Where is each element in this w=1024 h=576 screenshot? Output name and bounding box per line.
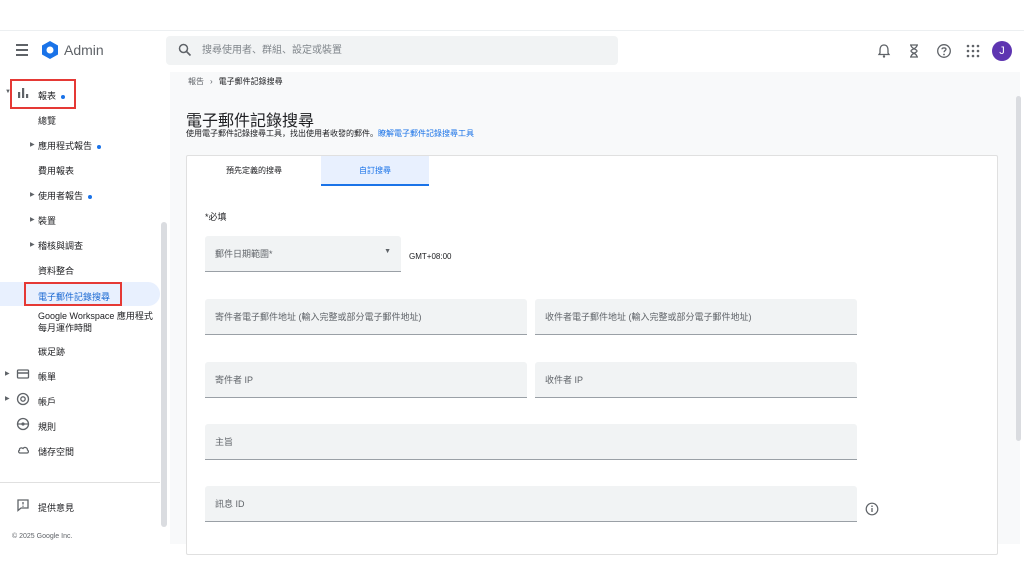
timezone-label: GMT+08:00 xyxy=(409,252,452,261)
main-content: 報告 › 電子郵件記錄搜尋 電子郵件記錄搜尋 使用電子郵件記錄搜尋工具，找出使用者收… xyxy=(170,72,1020,555)
expand-arrow-icon[interactable]: ▶ xyxy=(30,141,35,148)
hourglass-icon[interactable] xyxy=(906,43,922,59)
message-id-field[interactable]: 訊息 ID xyxy=(205,486,857,522)
sidebar-item-label: 使用者報告 xyxy=(38,191,84,201)
app-name[interactable]: Admin xyxy=(64,42,104,58)
subject-label: 主旨 xyxy=(215,437,234,447)
learn-more-link[interactable]: 瞭解電子郵件記錄搜尋工具 xyxy=(378,129,474,138)
breadcrumb: 報告 › 電子郵件記錄搜尋 xyxy=(188,76,283,87)
highlight-box-email-log-search xyxy=(24,282,122,306)
sender-email-field[interactable]: 寄件者電子郵件地址 (輸入完整或部分電子郵件地址) xyxy=(205,299,527,335)
sidebar-item-feedback[interactable]: 提供意見 xyxy=(38,501,74,514)
main-scrollbar[interactable] xyxy=(1016,96,1021,441)
menu-icon[interactable] xyxy=(12,41,32,61)
date-range-select[interactable]: 郵件日期範圍* ▼ xyxy=(205,236,401,272)
tab-predefined-search[interactable]: 預先定義的搜尋 xyxy=(187,156,321,186)
page: Admin J xyxy=(0,0,1024,576)
sidebar-item-data-integration[interactable]: 資料整合 xyxy=(38,264,74,277)
expand-arrow-icon[interactable]: ▶ xyxy=(30,191,35,198)
search-bar[interactable] xyxy=(166,36,618,65)
steering-wheel-icon xyxy=(16,417,30,431)
new-dot-icon xyxy=(97,144,102,149)
highlight-box-reports xyxy=(10,79,76,109)
cloud-icon xyxy=(18,446,29,454)
sender-ip-label: 寄件者 IP xyxy=(215,375,254,385)
info-icon[interactable] xyxy=(865,502,879,516)
dropdown-arrow-icon: ▼ xyxy=(384,248,391,255)
sidebar-item-user-reports[interactable]: ▶ 使用者報告 xyxy=(30,189,93,202)
breadcrumb-separator: › xyxy=(210,77,213,86)
sidebar-item-app-reports[interactable]: ▶ 應用程式報告 xyxy=(30,139,102,152)
sidebar-item-label: 裝置 xyxy=(38,216,57,226)
sidebar-item-devices[interactable]: ▶ 裝置 xyxy=(30,214,57,227)
sidebar-scrollbar[interactable] xyxy=(161,222,167,527)
sender-ip-field[interactable]: 寄件者 IP xyxy=(205,362,527,398)
subject-field[interactable]: 主旨 xyxy=(205,424,857,460)
expand-arrow-icon[interactable]: ▶ xyxy=(5,370,10,377)
apps-grid-icon[interactable] xyxy=(965,43,981,59)
date-range-label: 郵件日期範圍* xyxy=(215,249,273,259)
sidebar-item-footprint[interactable]: 碳足跡 xyxy=(38,345,65,358)
search-card: 預先定義的搜尋 自訂搜尋 *必填 郵件日期範圍* ▼ GMT+08:00 寄件者… xyxy=(186,155,998,555)
sidebar-item-rules[interactable]: 規則 xyxy=(38,420,56,433)
sender-email-label: 寄件者電子郵件地址 (輸入完整或部分電子郵件地址) xyxy=(215,312,422,322)
sidebar: ▼ 報表 總覽 ▶ 應用程式報告 費用報表 ▶ 使用者報告 ▶ 裝置 ▶ 稽核與調查 資… xyxy=(0,72,162,544)
required-note: *必填 xyxy=(205,212,227,222)
at-icon xyxy=(16,392,30,406)
help-icon[interactable] xyxy=(936,43,952,59)
sidebar-item-overview[interactable]: 總覽 xyxy=(38,114,56,127)
recipient-ip-label: 收件者 IP xyxy=(545,375,584,385)
sidebar-item-billing[interactable]: 帳單 xyxy=(38,370,56,383)
recipient-email-label: 收件者電子郵件地址 (輸入完整或部分電子郵件地址) xyxy=(545,312,752,322)
bell-icon[interactable] xyxy=(876,43,892,59)
recipient-ip-field[interactable]: 收件者 IP xyxy=(535,362,857,398)
top-bar: Admin J xyxy=(0,30,1024,72)
admin-logo-icon[interactable] xyxy=(40,40,60,60)
subtitle-text: 使用電子郵件記錄搜尋工具，找出使用者收發的郵件。 xyxy=(186,129,378,138)
recipient-email-field[interactable]: 收件者電子郵件地址 (輸入完整或部分電子郵件地址) xyxy=(535,299,857,335)
sidebar-item-workspace-uptime[interactable]: Google Workspace 應用程式 每月運作時間 xyxy=(38,310,153,334)
page-subtitle: 使用電子郵件記錄搜尋工具，找出使用者收發的郵件。瞭解電子郵件記錄搜尋工具 xyxy=(186,128,474,139)
sidebar-divider xyxy=(0,482,160,483)
expand-arrow-icon[interactable]: ▶ xyxy=(30,216,35,223)
expand-arrow-icon[interactable]: ▶ xyxy=(5,395,10,402)
copyright-text: © 2025 Google Inc. xyxy=(12,533,73,540)
breadcrumb-current: 電子郵件記錄搜尋 xyxy=(218,77,283,86)
sidebar-item-cost-reports[interactable]: 費用報表 xyxy=(38,164,74,177)
expand-arrow-icon[interactable]: ▶ xyxy=(30,241,35,248)
sidebar-item-account[interactable]: 帳戶 xyxy=(38,395,56,408)
feedback-icon xyxy=(17,499,29,512)
sidebar-item-label: Google Workspace 應用程式 xyxy=(38,311,153,321)
sidebar-item-storage[interactable]: 儲存空間 xyxy=(38,445,74,458)
search-input[interactable] xyxy=(202,36,602,65)
breadcrumb-parent[interactable]: 報告 xyxy=(188,77,204,86)
message-id-label: 訊息 ID xyxy=(215,499,245,509)
credit-card-icon xyxy=(16,369,30,379)
sidebar-item-label: 應用程式報告 xyxy=(38,141,93,151)
sidebar-item-label: 每月運作時間 xyxy=(38,323,93,333)
sidebar-item-label: 稽核與調查 xyxy=(38,241,84,251)
sidebar-item-audit[interactable]: ▶ 稽核與調查 xyxy=(30,239,84,252)
new-dot-icon xyxy=(88,194,93,199)
search-icon xyxy=(178,43,192,57)
tab-custom-search[interactable]: 自訂搜尋 xyxy=(321,156,429,186)
avatar[interactable]: J xyxy=(992,41,1012,61)
